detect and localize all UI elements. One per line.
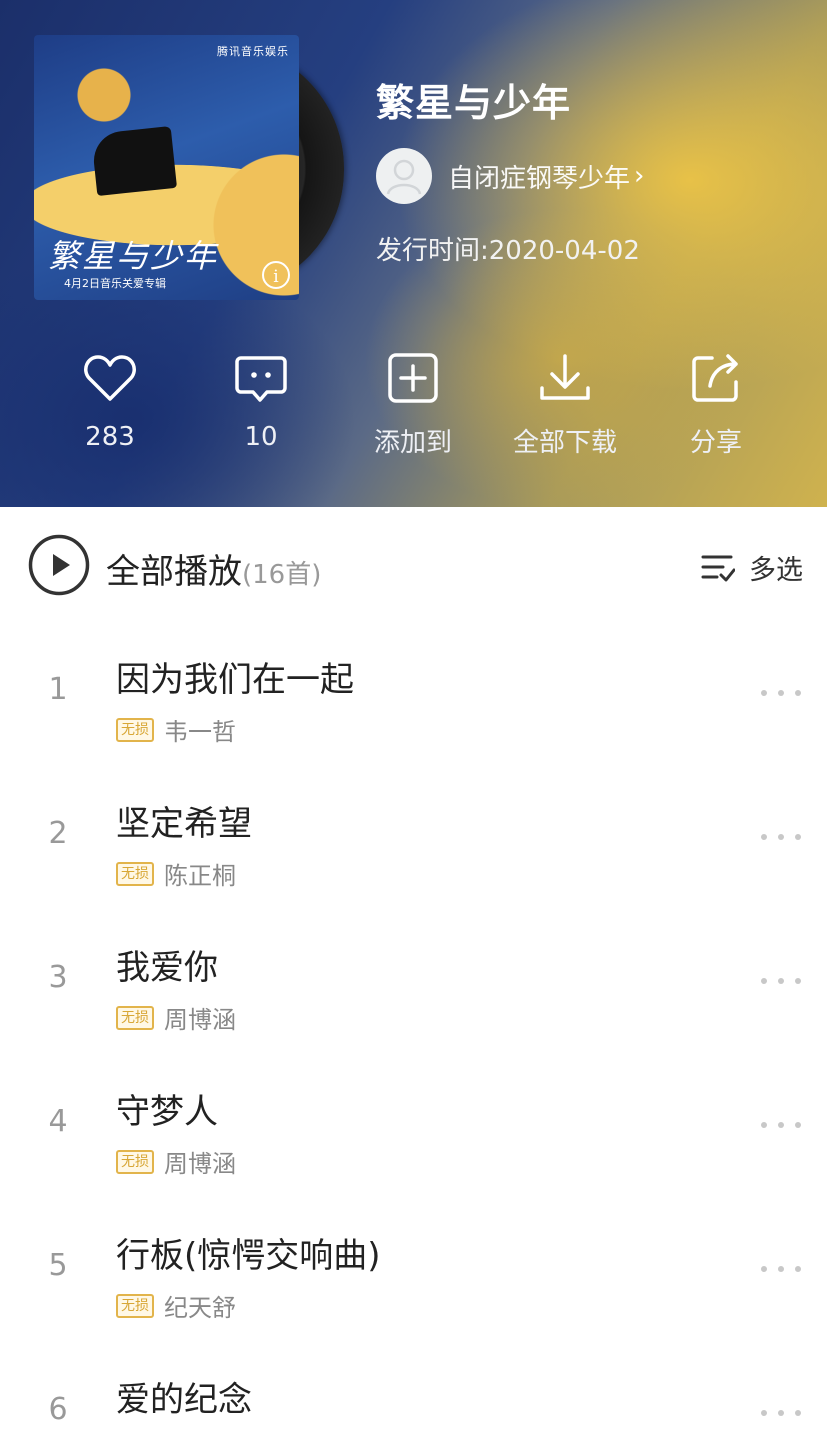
action-bar: 283 10 添加到 全部下载 分享	[0, 348, 827, 468]
song-singer: 陈正桐	[164, 862, 236, 890]
comment-icon	[235, 356, 287, 402]
more-options-icon[interactable]	[761, 834, 801, 842]
song-title: 坚定希望	[116, 804, 252, 844]
cover-piano-art	[90, 125, 178, 197]
song-title: 因为我们在一起	[116, 660, 354, 700]
share-label: 分享	[689, 428, 742, 458]
song-meta: 无损 陈正桐	[116, 856, 236, 891]
release-date: 发行时间:2020-04-02	[376, 236, 640, 266]
song-count: (16首)	[242, 560, 322, 590]
artist-name: 自闭症钢琴少年	[448, 163, 631, 194]
lossless-badge: 无损	[116, 717, 154, 742]
more-options-icon[interactable]	[761, 1122, 801, 1130]
song-number: 2	[48, 816, 68, 851]
song-singer: 周博涵	[164, 1006, 236, 1034]
more-options-icon[interactable]	[761, 690, 801, 698]
cover-subtitle: 4月2日音乐关爱专辑	[64, 277, 166, 290]
song-row[interactable]: 1 因为我们在一起 无损 韦一哲	[0, 622, 827, 767]
play-all-text: 全部播放	[106, 552, 242, 592]
download-all-label: 全部下载	[512, 428, 617, 458]
song-row[interactable]: 2 坚定希望 无损 陈正桐	[0, 766, 827, 911]
multi-select-button[interactable]: 多选	[701, 548, 803, 587]
song-number: 5	[48, 1248, 68, 1283]
like-button[interactable]: 283	[35, 348, 185, 452]
share-icon	[692, 354, 738, 402]
song-number: 3	[48, 960, 68, 995]
play-all-label[interactable]: 全部播放(16首)	[106, 544, 321, 593]
cover-title-art: 繁星与少年	[48, 237, 219, 275]
avatar	[376, 148, 432, 204]
album-title: 繁星与少年	[376, 81, 572, 125]
song-row[interactable]: 6 爱的纪念	[0, 1342, 827, 1435]
avatar-placeholder-icon	[386, 159, 422, 195]
more-options-icon[interactable]	[761, 1410, 801, 1418]
add-to-label: 添加到	[373, 428, 452, 458]
play-icon	[28, 534, 90, 596]
play-all-button[interactable]	[28, 534, 90, 600]
more-options-icon[interactable]	[761, 978, 801, 986]
info-icon[interactable]: i	[262, 261, 290, 289]
song-singer: 周博涵	[164, 1150, 236, 1178]
song-number: 4	[48, 1104, 68, 1139]
song-title: 我爱你	[116, 948, 218, 988]
comment-count: 10	[244, 422, 278, 452]
song-singer: 韦一哲	[164, 718, 236, 746]
add-to-button[interactable]: 添加到	[338, 348, 488, 459]
download-all-button[interactable]: 全部下载	[490, 348, 640, 459]
song-row[interactable]: 4 守梦人 无损 周博涵	[0, 1054, 827, 1199]
like-count: 283	[85, 422, 135, 452]
lossless-badge: 无损	[116, 1149, 154, 1174]
song-title: 爱的纪念	[116, 1380, 252, 1420]
share-button[interactable]: 分享	[641, 348, 791, 459]
heart-icon	[84, 355, 136, 401]
song-number: 1	[48, 672, 68, 707]
lossless-badge: 无损	[116, 1293, 154, 1318]
song-row[interactable]: 3 我爱你 无损 周博涵	[0, 910, 827, 1055]
lossless-badge: 无损	[116, 1005, 154, 1030]
comment-button[interactable]: 10	[186, 348, 336, 452]
song-singer: 纪天舒	[164, 1294, 236, 1322]
album-header: 腾讯音乐娱乐 繁星与少年 4月2日音乐关爱专辑 i 繁星与少年 自闭症钢琴少年 …	[0, 0, 827, 507]
song-meta: 无损 韦一哲	[116, 712, 236, 747]
song-meta: 无损 周博涵	[116, 1144, 236, 1179]
multi-select-icon	[701, 555, 735, 581]
artist-link[interactable]: 自闭症钢琴少年 ›	[376, 148, 644, 204]
song-title: 行板(惊愕交响曲)	[116, 1236, 381, 1276]
download-icon	[540, 354, 590, 400]
more-options-icon[interactable]	[761, 1266, 801, 1274]
song-row[interactable]: 5 行板(惊愕交响曲) 无损 纪天舒	[0, 1198, 827, 1343]
add-box-icon	[388, 353, 438, 403]
multi-select-label: 多选	[749, 555, 803, 586]
album-cover[interactable]: 腾讯音乐娱乐 繁星与少年 4月2日音乐关爱专辑 i	[34, 35, 299, 300]
song-title: 守梦人	[116, 1092, 218, 1132]
lossless-badge: 无损	[116, 861, 154, 886]
chevron-right-icon: ›	[634, 161, 645, 191]
song-number: 6	[48, 1392, 68, 1427]
album-page: 腾讯音乐娱乐 繁星与少年 4月2日音乐关爱专辑 i 繁星与少年 自闭症钢琴少年 …	[0, 0, 827, 1435]
cover-brand: 腾讯音乐娱乐	[217, 45, 289, 58]
song-meta: 无损 纪天舒	[116, 1288, 236, 1323]
song-meta: 无损 周博涵	[116, 1000, 236, 1035]
